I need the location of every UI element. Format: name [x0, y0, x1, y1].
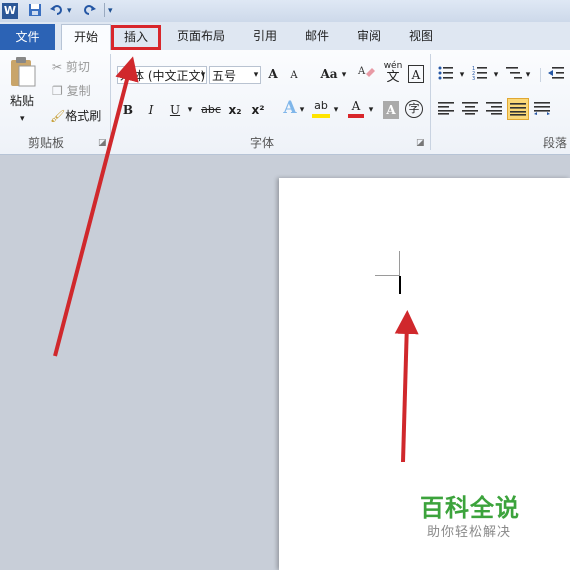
arrow-to-cursor — [394, 310, 419, 463]
arrow-to-insert-tab — [53, 56, 139, 357]
annotation-overlay — [53, 56, 419, 463]
